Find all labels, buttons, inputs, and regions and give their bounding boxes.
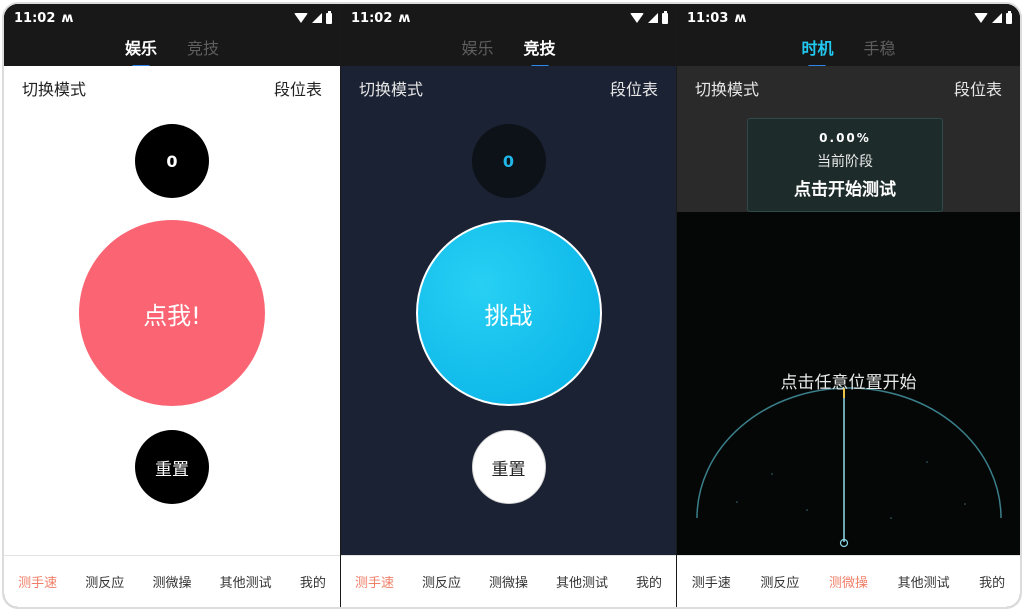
- reset-button[interactable]: 重置: [471, 430, 546, 504]
- panel-entertainment: 11:02 ʍ 娱乐 竞技 切换模式 段位表 0 点我! 重置 测手速 测反应 …: [4, 4, 340, 607]
- nav-reaction[interactable]: 测反应: [760, 572, 799, 591]
- challenge-button[interactable]: 挑战: [415, 220, 602, 406]
- nav-other-tests[interactable]: 其他测试: [220, 572, 272, 591]
- screenshot-frame: 11:02 ʍ 娱乐 竞技 切换模式 段位表 0 点我! 重置 测手速 测反应 …: [4, 4, 1020, 607]
- start-test-prompt: 点击开始测试: [794, 179, 896, 200]
- bottom-nav: 测手速 测反应 测微操 其他测试 我的: [677, 555, 1020, 607]
- status-icons: [294, 10, 332, 24]
- nav-mine[interactable]: 我的: [300, 572, 326, 591]
- battery-icon: [1006, 10, 1012, 24]
- bottom-nav: 测手速 测反应 测微操 其他测试 我的: [341, 555, 676, 607]
- nav-reaction[interactable]: 测反应: [85, 572, 124, 591]
- main-content: 切换模式 段位表 0 挑战 重置: [341, 66, 676, 555]
- panel-timing: 11:03 ʍ 时机 手稳 切换模式 段位表 0.00% 当前阶段 点击开始测试: [677, 4, 1020, 607]
- rank-table-button[interactable]: 段位表: [274, 76, 322, 100]
- tab-entertainment[interactable]: 娱乐: [461, 35, 493, 63]
- rank-table-button[interactable]: 段位表: [954, 76, 1002, 100]
- dial-dot: [926, 461, 928, 463]
- dial-dot: [964, 503, 966, 505]
- status-icons: [974, 10, 1012, 24]
- bottom-nav: 测手速 测反应 测微操 其他测试 我的: [4, 555, 340, 607]
- dial-dot: [736, 501, 738, 503]
- main-content[interactable]: 切换模式 段位表 0.00% 当前阶段 点击开始测试 点击任意位置开始: [677, 66, 1020, 555]
- mode-row: 切换模式 段位表: [695, 76, 1002, 100]
- status-time: 11:02: [14, 10, 56, 26]
- score-display: 0: [135, 124, 209, 198]
- nav-mine[interactable]: 我的: [979, 572, 1005, 591]
- switch-mode-button[interactable]: 切换模式: [22, 76, 86, 100]
- status-bar: 11:03 ʍ: [677, 4, 1020, 32]
- tab-entertainment[interactable]: 娱乐: [125, 35, 157, 63]
- tab-competitive[interactable]: 竞技: [187, 35, 219, 63]
- nav-reaction[interactable]: 测反应: [422, 572, 461, 591]
- nav-mine[interactable]: 我的: [636, 572, 662, 591]
- status-bar: 11:02 ʍ: [4, 4, 340, 32]
- mode-row: 切换模式 段位表: [359, 76, 658, 100]
- mode-row: 切换模式 段位表: [22, 76, 322, 100]
- dial-dot: [806, 509, 808, 511]
- top-tab-bar: 时机 手稳: [677, 32, 1020, 66]
- nav-hand-speed[interactable]: 测手速: [692, 572, 731, 591]
- stage-card[interactable]: 0.00% 当前阶段 点击开始测试: [747, 118, 943, 212]
- signal-icon: [992, 13, 1002, 23]
- reset-button[interactable]: 重置: [135, 430, 209, 504]
- dial-dot: [771, 473, 773, 475]
- tab-steady-hand[interactable]: 手稳: [864, 35, 896, 63]
- nav-hand-speed[interactable]: 测手速: [355, 572, 394, 591]
- tab-timing[interactable]: 时机: [801, 35, 833, 63]
- notification-icon: ʍ: [734, 10, 747, 26]
- tab-competitive[interactable]: 竞技: [524, 35, 556, 63]
- signal-icon: [648, 13, 658, 23]
- nav-micro-control[interactable]: 测微操: [489, 572, 528, 591]
- nav-micro-control[interactable]: 测微操: [152, 572, 191, 591]
- battery-icon: [662, 10, 668, 24]
- wifi-icon: [294, 13, 308, 23]
- status-bar: 11:02 ʍ: [341, 4, 676, 32]
- dial-arc: [696, 387, 1002, 519]
- score-display: 0: [471, 124, 546, 198]
- tap-button[interactable]: 点我!: [79, 220, 265, 406]
- wifi-icon: [974, 13, 988, 23]
- nav-hand-speed[interactable]: 测手速: [18, 572, 57, 591]
- current-stage-label: 当前阶段: [817, 153, 873, 170]
- tap-anywhere-hint: 点击任意位置开始: [780, 373, 917, 393]
- timing-arena[interactable]: 点击任意位置开始: [677, 212, 1020, 555]
- dial-dot: [890, 517, 892, 519]
- rank-table-button[interactable]: 段位表: [610, 76, 658, 100]
- switch-mode-button[interactable]: 切换模式: [695, 76, 759, 100]
- switch-mode-button[interactable]: 切换模式: [359, 76, 423, 100]
- notification-icon: ʍ: [61, 10, 74, 26]
- battery-icon: [326, 10, 332, 24]
- wifi-icon: [630, 13, 644, 23]
- progress-percent: 0.00%: [819, 130, 871, 145]
- status-time: 11:02: [351, 10, 393, 26]
- signal-icon: [312, 13, 322, 23]
- status-time: 11:03: [687, 10, 729, 26]
- top-tab-bar: 娱乐 竞技: [341, 32, 676, 66]
- nav-other-tests[interactable]: 其他测试: [898, 572, 950, 591]
- status-icons: [630, 10, 668, 24]
- top-tab-bar: 娱乐 竞技: [4, 32, 340, 66]
- panel-competitive: 11:02 ʍ 娱乐 竞技 切换模式 段位表 0 挑战 重置 测手速 测反应 测…: [341, 4, 676, 607]
- nav-other-tests[interactable]: 其他测试: [556, 572, 608, 591]
- main-content: 切换模式 段位表 0 点我! 重置: [4, 66, 340, 555]
- notification-icon: ʍ: [398, 10, 411, 26]
- nav-micro-control[interactable]: 测微操: [829, 572, 868, 591]
